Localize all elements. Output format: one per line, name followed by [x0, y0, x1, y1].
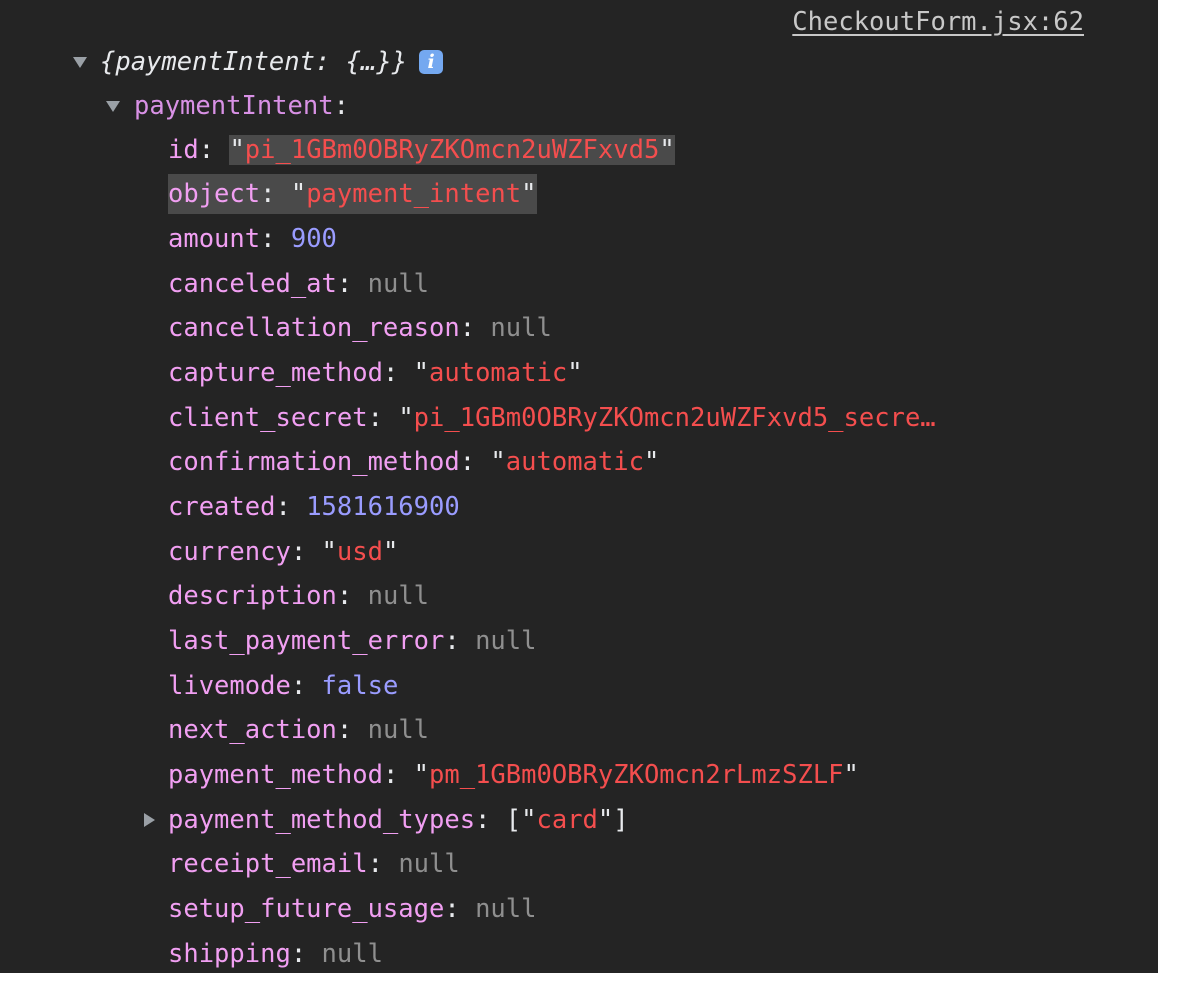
null-value: null [398, 849, 460, 879]
expand-triangle-icon[interactable] [144, 813, 155, 827]
string-value: pi_1GBm0OBRyZKOmcn2uWZFxvd5_secre… [413, 403, 936, 433]
property-key: amount [168, 224, 261, 254]
property-row-confirmation-method[interactable]: confirmation_method: "automatic" [0, 442, 1158, 482]
info-icon[interactable]: i [419, 50, 444, 74]
number-value: 1581616900 [306, 492, 460, 522]
property-row-payment-method[interactable]: payment_method: "pm_1GBm0OBRyZKOmcn2rLmz… [0, 755, 1158, 795]
property-key: capture_method [168, 358, 383, 388]
boolean-value: false [321, 671, 399, 701]
property-key: next_action [168, 715, 337, 745]
property-key: receipt_email [168, 849, 368, 879]
property-key: payment_method_types [168, 805, 476, 835]
property-row-cancellation-reason[interactable]: cancellation_reason: null [0, 308, 1158, 348]
string-value: pi_1GBm0OBRyZKOmcn2uWZFxvd5 [244, 135, 660, 165]
null-value: null [367, 269, 430, 299]
object-summary-row[interactable]: {paymentIntent: {…}} i [0, 42, 1158, 82]
number-value: 900 [290, 224, 337, 254]
property-key: payment_method [168, 760, 383, 790]
property-key: currency [168, 537, 291, 567]
property-row-currency[interactable]: currency: "usd" [0, 532, 1158, 572]
property-row-next-action[interactable]: next_action: null [0, 710, 1158, 750]
property-row-created[interactable]: created: 1581616900 [0, 487, 1158, 527]
property-key: confirmation_method [168, 447, 460, 477]
string-value: payment_intent [306, 179, 522, 209]
string-value: automatic [429, 358, 568, 388]
collapse-triangle-icon[interactable] [73, 57, 87, 68]
null-value: null [490, 313, 552, 343]
property-key: cancellation_reason [168, 313, 460, 343]
null-value: null [475, 626, 537, 656]
property-row-canceled-at[interactable]: canceled_at: null [0, 264, 1158, 304]
string-value: automatic [505, 447, 644, 477]
property-key: livemode [168, 671, 291, 701]
collapse-triangle-icon[interactable] [106, 101, 120, 112]
property-key: last_payment_error [168, 626, 445, 656]
property-key: object [168, 179, 261, 209]
property-row-livemode[interactable]: livemode: false [0, 666, 1158, 706]
property-row-object[interactable]: object: "payment_intent" [0, 174, 1158, 214]
property-key: paymentIntent [134, 91, 334, 121]
property-key: id [168, 135, 199, 165]
property-row-capture-method[interactable]: capture_method: "automatic" [0, 353, 1158, 393]
property-row-receipt-email[interactable]: receipt_email: null [0, 844, 1158, 884]
string-value: usd [336, 537, 383, 567]
property-key: client_secret [168, 403, 368, 433]
property-row-last-payment-error[interactable]: last_payment_error: null [0, 621, 1158, 661]
string-value: card [536, 805, 598, 835]
property-row-client-secret[interactable]: client_secret: "pi_1GBm0OBRyZKOmcn2uWZFx… [0, 398, 1158, 438]
property-key: created [168, 492, 276, 522]
null-value: null [367, 715, 430, 745]
property-row-id[interactable]: id: "pi_1GBm0OBRyZKOmcn2uWZFxvd5" [0, 130, 1158, 170]
null-value: null [475, 894, 537, 924]
property-key: canceled_at [168, 269, 337, 299]
payment-intent-row[interactable]: paymentIntent: [0, 86, 1158, 126]
devtools-console: CheckoutForm.jsx:62 {paymentIntent: {…}}… [0, 0, 1158, 973]
source-file-link[interactable]: CheckoutForm.jsx:62 [792, 2, 1084, 42]
string-value: pm_1GBm0OBRyZKOmcn2rLmzSZLF [429, 760, 844, 790]
null-value: null [321, 939, 383, 969]
property-key: shipping [168, 939, 291, 969]
property-row-amount[interactable]: amount: 900 [0, 219, 1158, 259]
object-summary: {paymentIntent: {…}} [100, 47, 408, 77]
property-row-setup-future-usage[interactable]: setup_future_usage: null [0, 889, 1158, 929]
property-key: description [168, 581, 337, 611]
property-row-description[interactable]: description: null [0, 576, 1158, 616]
null-value: null [367, 581, 430, 611]
property-row-shipping[interactable]: shipping: null [0, 934, 1158, 973]
property-key: setup_future_usage [168, 894, 445, 924]
property-row-payment-method-types[interactable]: payment_method_types: ["card"] [0, 800, 1158, 840]
